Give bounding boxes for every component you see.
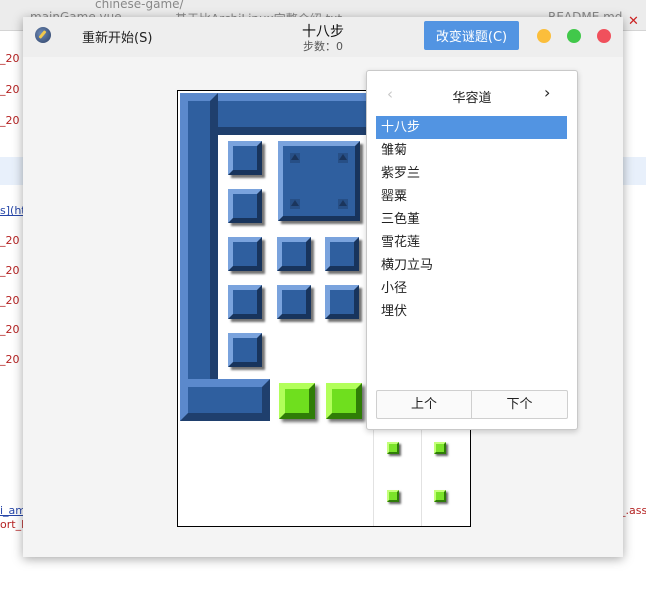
background-code-line: _20 [0,353,20,366]
blue-block[interactable] [228,237,262,271]
category-title: 华容道 [452,91,492,106]
background-code-line: _20 [0,294,20,307]
small-green-block[interactable] [434,490,446,502]
blue-block[interactable] [228,285,262,319]
app-icon [35,27,51,43]
block-stud-icon [338,199,348,209]
blue-block[interactable] [277,285,311,319]
background-code-line: _20 [0,114,20,127]
previous-category-icon[interactable]: ‹ [387,85,393,103]
puzzle-list-item[interactable]: 横刀立马 [376,254,567,277]
background-code-line: _20 [0,83,20,96]
blue-block[interactable] [325,237,359,271]
block-stud-icon [290,199,300,209]
next-page-button[interactable]: 下个 [472,391,567,418]
block-stud-icon [290,153,300,163]
change-puzzle-button[interactable]: 改变谜题(C) [424,21,519,50]
background-path: chinese-game/ [95,0,184,11]
block-stud-icon [338,153,348,163]
puzzle-list-item[interactable]: 埋伏 [376,300,567,323]
puzzle-list-item[interactable]: 雏菊 [376,139,567,162]
board-column-divider [373,421,374,526]
background-code-line: ort_I [0,518,25,531]
title-bar: 重新开始(S) 十八步 步数：0 改变谜题(C) [23,17,623,57]
puzzle-list-item[interactable]: 紫罗兰 [376,162,567,185]
puzzle-list-item[interactable]: 十八步 [376,116,567,139]
puzzle-selector-popover: ‹ 华容道 › 十八步 雏菊 紫罗兰 罂粟 三色堇 雪花莲 横刀立马 小径 埋伏… [366,70,578,430]
background-code-line: _20 [0,264,20,277]
puzzle-list-item[interactable]: 小径 [376,277,567,300]
large-blue-block[interactable] [278,141,360,221]
small-green-block[interactable] [434,442,446,454]
step-counter: 步数：0 [303,40,343,53]
close-icon[interactable]: ✕ [628,14,639,29]
blue-block[interactable] [277,237,311,271]
previous-page-button[interactable]: 上个 [377,391,472,418]
background-code-line: s](ht [0,204,26,217]
puzzle-list-item[interactable]: 雪花莲 [376,231,567,254]
blue-block[interactable] [325,285,359,319]
wall-frame-left [180,93,218,421]
game-window: 重新开始(S) 十八步 步数：0 改变谜题(C) ‹ 华容道 › 十八步 雏菊 … [23,17,623,557]
puzzle-list-item[interactable]: 罂粟 [376,185,567,208]
blue-block[interactable] [228,141,262,175]
small-green-block[interactable] [387,442,399,454]
blue-block[interactable] [228,189,262,223]
pagination-buttons: 上个 下个 [376,390,568,419]
background-code-line: _20 [0,323,20,336]
board-column-divider [421,421,422,526]
puzzle-list-item[interactable]: 三色堇 [376,208,567,231]
green-block[interactable] [279,383,315,419]
maximize-button[interactable] [567,29,581,43]
background-code-line: _20 [0,52,20,65]
small-green-block[interactable] [387,490,399,502]
puzzle-list: 十八步 雏菊 紫罗兰 罂粟 三色堇 雪花莲 横刀立马 小径 埋伏 [376,116,567,323]
green-block[interactable] [326,383,362,419]
close-window-button[interactable] [597,29,611,43]
minimize-button[interactable] [537,29,551,43]
wall-frame-bottom [180,379,270,421]
background-code-line: _.ass [620,504,646,517]
background-code-line: _20 [0,234,20,247]
blue-block[interactable] [228,333,262,367]
restart-button[interactable]: 重新开始(S) [82,27,152,46]
next-category-icon[interactable]: › [544,83,550,102]
